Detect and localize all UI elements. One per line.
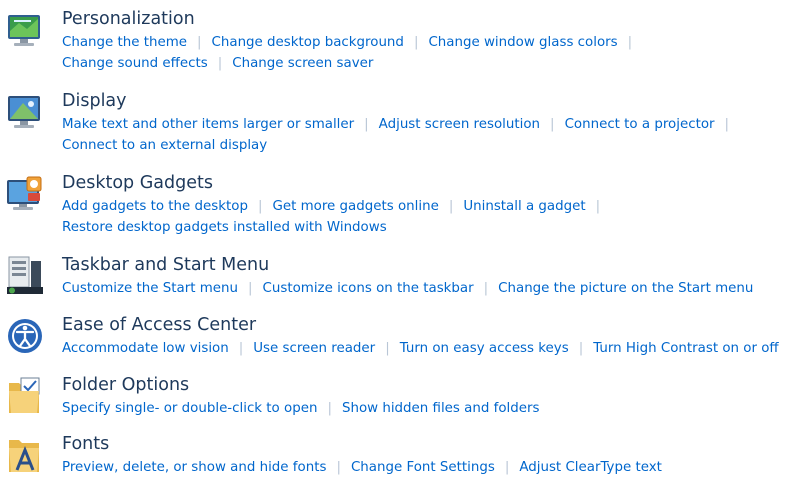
- change-window-glass-colors-link[interactable]: Change window glass colors: [428, 35, 617, 50]
- folder-options-icon[interactable]: [5, 375, 45, 417]
- show-hidden-files-link[interactable]: Show hidden files and folders: [342, 401, 540, 416]
- connect-to-projector-link[interactable]: Connect to a projector: [565, 117, 715, 132]
- turn-high-contrast-link[interactable]: Turn High Contrast on or off: [593, 341, 778, 356]
- links-line: Connect to an external display: [62, 136, 812, 157]
- personalization-icon[interactable]: [5, 9, 45, 51]
- use-screen-reader-link[interactable]: Use screen reader: [253, 341, 375, 356]
- taskbar-links: Customize the Start menu | Customize icons…: [62, 279, 812, 300]
- display-icon[interactable]: [5, 91, 45, 133]
- change-theme-link[interactable]: Change the theme: [62, 35, 187, 50]
- ease-of-access-icon[interactable]: [5, 315, 45, 357]
- fonts-title[interactable]: Fonts: [62, 434, 109, 454]
- adjust-cleartype-link[interactable]: Adjust ClearType text: [519, 460, 662, 475]
- turn-on-easy-access-keys-link[interactable]: Turn on easy access keys: [400, 341, 569, 356]
- separator: |: [336, 460, 341, 475]
- connect-external-display-link[interactable]: Connect to an external display: [62, 138, 267, 153]
- adjust-screen-resolution-link[interactable]: Adjust screen resolution: [379, 117, 540, 132]
- personalization-title[interactable]: Personalization: [62, 9, 195, 29]
- links-line: Accommodate low vision | Use screen reader…: [62, 339, 812, 360]
- fonts-icon[interactable]: [5, 434, 45, 476]
- customize-taskbar-icons-link[interactable]: Customize icons on the taskbar: [263, 281, 474, 296]
- preview-fonts-link[interactable]: Preview, delete, or show and hide fonts: [62, 460, 326, 475]
- add-gadgets-link[interactable]: Add gadgets to the desktop: [62, 199, 248, 214]
- change-font-settings-link[interactable]: Change Font Settings: [351, 460, 495, 475]
- separator: |: [504, 460, 510, 475]
- separator: |: [238, 341, 244, 356]
- links-line: Restore desktop gadgets installed with W…: [62, 218, 812, 239]
- make-text-larger-link[interactable]: Make text and other items larger or smal…: [62, 117, 354, 132]
- separator: |: [627, 35, 633, 50]
- separator: |: [550, 117, 555, 132]
- taskbar-icon[interactable]: [5, 255, 45, 297]
- taskbar-title[interactable]: Taskbar and Start Menu: [62, 255, 269, 275]
- separator: |: [217, 55, 223, 71]
- change-desktop-background-link[interactable]: Change desktop background: [212, 35, 404, 50]
- customize-start-menu-link[interactable]: Customize the Start menu: [62, 281, 238, 296]
- folder-options-title[interactable]: Folder Options: [62, 375, 189, 395]
- change-screen-saver-link[interactable]: Change screen saver: [232, 56, 373, 71]
- personalization-links: Change the theme | Change desktop backgrou…: [62, 33, 812, 74]
- ease-of-access-title[interactable]: Ease of Access Center: [62, 315, 256, 335]
- fonts-links: Preview, delete, or show and hide fonts |…: [62, 458, 812, 479]
- display-links: Make text and other items larger or smal…: [62, 115, 812, 156]
- uninstall-gadget-link[interactable]: Uninstall a gadget: [463, 199, 585, 214]
- get-more-gadgets-link[interactable]: Get more gadgets online: [272, 199, 438, 214]
- links-line: Customize the Start menu | Customize icons…: [62, 279, 812, 300]
- links-line: Change the theme | Change desktop backgrou…: [62, 33, 812, 54]
- single-double-click-link[interactable]: Specify single- or double-click to open: [62, 401, 317, 416]
- change-sound-effects-link[interactable]: Change sound effects: [62, 56, 208, 71]
- links-line: Change sound effects | Change screen saver: [62, 54, 812, 75]
- separator: |: [248, 281, 253, 296]
- separator: |: [385, 341, 390, 356]
- desktop-gadgets-icon[interactable]: [5, 173, 45, 215]
- ease-of-access-links: Accommodate low vision | Use screen reader…: [62, 339, 812, 360]
- separator: |: [724, 117, 730, 132]
- links-line: Specify single- or double-click to open |…: [62, 399, 812, 420]
- separator: |: [483, 281, 489, 296]
- change-start-menu-picture-link[interactable]: Change the picture on the Start menu: [498, 281, 753, 296]
- links-line: Add gadgets to the desktop | Get more gadg…: [62, 197, 812, 218]
- separator: |: [578, 341, 584, 356]
- separator: |: [257, 199, 263, 214]
- restore-gadgets-link[interactable]: Restore desktop gadgets installed with W…: [62, 220, 387, 235]
- separator: |: [595, 199, 601, 214]
- links-line: Make text and other items larger or smal…: [62, 115, 812, 136]
- separator: |: [448, 199, 454, 214]
- folder-options-links: Specify single- or double-click to open |…: [62, 399, 812, 420]
- desktop-gadgets-title[interactable]: Desktop Gadgets: [62, 173, 213, 193]
- accommodate-low-vision-link[interactable]: Accommodate low vision: [62, 341, 229, 356]
- display-title[interactable]: Display: [62, 91, 127, 111]
- separator: |: [197, 35, 202, 50]
- separator: |: [327, 401, 332, 416]
- links-line: Preview, delete, or show and hide fonts |…: [62, 458, 812, 479]
- desktop-gadgets-links: Add gadgets to the desktop | Get more gadg…: [62, 197, 812, 238]
- separator: |: [413, 35, 419, 50]
- separator: |: [364, 117, 369, 132]
